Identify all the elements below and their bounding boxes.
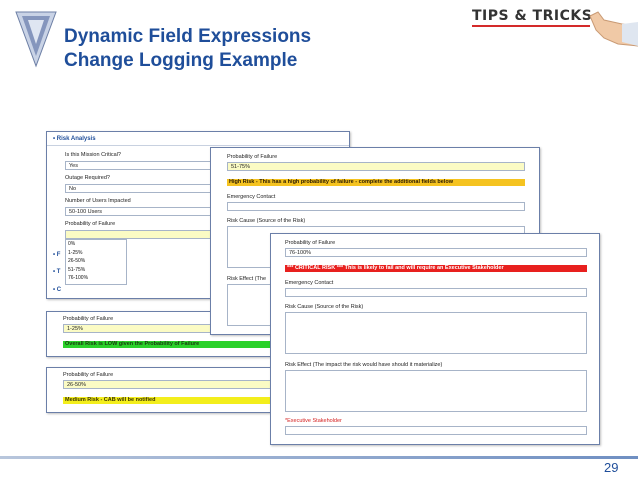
- footer-divider: [0, 456, 638, 459]
- executive-stakeholder-field[interactable]: [285, 426, 587, 435]
- tips-label: TIPS & TRICKS: [472, 8, 593, 24]
- probability-field[interactable]: 26-50%: [63, 380, 285, 389]
- logo-icon: [15, 11, 57, 68]
- mission-critical-label: Is this Mission Critical?: [65, 152, 121, 158]
- divider: [47, 145, 349, 146]
- page-number: 29: [604, 460, 619, 475]
- emergency-contact-label: Emergency Contact: [285, 280, 334, 286]
- critical-risk-panel: Probability of Failure 76-100% *** CRITI…: [270, 233, 600, 445]
- dropdown-option[interactable]: 76-100%: [66, 274, 126, 283]
- probability-label: Probability of Failure: [63, 372, 114, 378]
- probability-label: Probability of Failure: [65, 221, 116, 227]
- risk-effect-textarea[interactable]: [285, 370, 587, 412]
- risk-analysis-heading: • Risk Analysis: [53, 136, 96, 142]
- executive-stakeholder-label: *Executive Stakeholder: [285, 418, 342, 424]
- users-impacted-field[interactable]: 50-100 Users: [65, 207, 215, 216]
- risk-cause-label: Risk Cause (Source of the Risk): [227, 218, 306, 224]
- risk-effect-label: Risk Effect (The: [227, 276, 267, 282]
- dropdown-option[interactable]: 26-50%: [66, 257, 126, 266]
- probability-field[interactable]: 51-75%: [227, 162, 525, 171]
- probability-field[interactable]: [65, 230, 215, 239]
- emergency-contact-label: Emergency Contact: [227, 194, 276, 200]
- probability-label: Probability of Failure: [63, 316, 114, 322]
- probability-dropdown[interactable]: 0% 1-25% 26-50% 51-75% 76-100%: [65, 239, 127, 285]
- dropdown-option[interactable]: 0%: [66, 240, 126, 249]
- emergency-contact-field[interactable]: [227, 202, 525, 211]
- risk-effect-label: Risk Effect (The impact the risk would h…: [285, 362, 443, 368]
- critical-risk-banner: *** CRITICAL RISK *** This is likely to …: [285, 265, 587, 272]
- section-t: • T: [53, 269, 61, 275]
- probability-label: Probability of Failure: [285, 240, 336, 246]
- tips-badge: TIPS & TRICKS: [472, 8, 592, 27]
- slide-title-line2: Change Logging Example: [64, 50, 298, 71]
- mission-critical-field[interactable]: Yes: [65, 161, 215, 170]
- high-risk-banner: High Risk - This has a high probability …: [227, 179, 525, 186]
- probability-label: Probability of Failure: [227, 154, 278, 160]
- section-c: • C: [53, 287, 62, 293]
- outage-required-field[interactable]: No: [65, 184, 215, 193]
- dropdown-option[interactable]: 51-75%: [66, 266, 126, 275]
- section-f: • F: [53, 252, 61, 258]
- low-risk-banner: Overall Risk is LOW given the Probabilit…: [63, 341, 285, 348]
- dropdown-option[interactable]: 1-25%: [66, 249, 126, 258]
- slide-title-line1: Dynamic Field Expressions: [64, 26, 312, 47]
- risk-cause-label: Risk Cause (Source of the Risk): [285, 304, 364, 310]
- hand-icon: [589, 11, 638, 47]
- probability-field[interactable]: 76-100%: [285, 248, 587, 257]
- emergency-contact-field[interactable]: [285, 288, 587, 297]
- medium-risk-panel: Probability of Failure 26-50% Medium Ris…: [46, 367, 288, 413]
- tips-underline: [472, 25, 590, 27]
- medium-risk-banner: Medium Risk - CAB will be notified: [63, 397, 285, 404]
- outage-required-label: Outage Required?: [65, 175, 110, 181]
- users-impacted-label: Number of Users Impacted: [65, 198, 131, 204]
- risk-cause-textarea[interactable]: [285, 312, 587, 354]
